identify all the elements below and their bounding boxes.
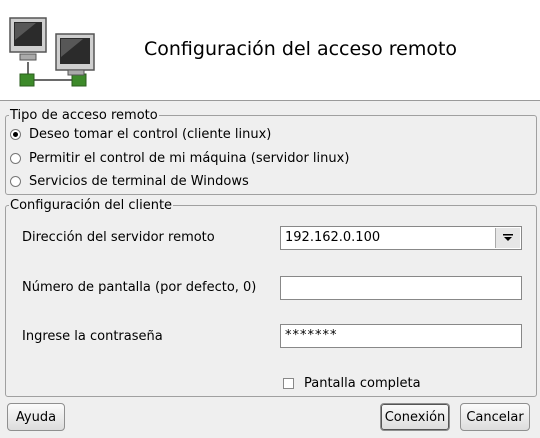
- dialog-title: Configuración del acceso remoto: [144, 38, 458, 60]
- server-address-label: Dirección del servidor remoto: [22, 230, 215, 245]
- screen-number-input[interactable]: [280, 276, 522, 300]
- radio-label: Servicios de terminal de Windows: [29, 173, 249, 189]
- screen-number-label: Número de pantalla (por defecto, 0): [22, 280, 257, 295]
- radio-windows-terminal[interactable]: Servicios de terminal de Windows: [10, 171, 249, 191]
- radio-client-linux[interactable]: Deseo tomar el control (cliente linux): [10, 124, 271, 144]
- cancel-button[interactable]: Cancelar: [460, 403, 530, 431]
- radio-button-icon[interactable]: [10, 128, 21, 140]
- connect-button[interactable]: Conexión: [380, 403, 450, 431]
- client-config-group-title: Configuración del cliente: [9, 198, 174, 213]
- header-banner: Configuración del acceso remoto: [0, 0, 540, 100]
- radio-button-icon[interactable]: [10, 152, 21, 164]
- fullscreen-label: Pantalla completa: [304, 376, 421, 391]
- fullscreen-checkbox-row[interactable]: Pantalla completa: [283, 376, 421, 391]
- dropdown-arrow-icon[interactable]: [495, 228, 520, 248]
- password-input[interactable]: *******: [280, 324, 522, 348]
- fullscreen-checkbox[interactable]: [283, 378, 294, 389]
- network-computers-icon: [9, 17, 95, 87]
- header-divider: [0, 100, 540, 101]
- radio-server-linux[interactable]: Permitir el control de mi máquina (servi…: [10, 148, 349, 168]
- server-address-value[interactable]: 192.162.0.100: [285, 227, 380, 249]
- radio-label: Deseo tomar el control (cliente linux): [29, 126, 272, 142]
- radio-button-icon[interactable]: [10, 175, 21, 187]
- access-type-group-title: Tipo de acceso remoto: [9, 108, 159, 123]
- server-address-combobox[interactable]: 192.162.0.100: [280, 226, 522, 250]
- password-label: Ingrese la contraseña: [22, 329, 163, 344]
- radio-label: Permitir el control de mi máquina (servi…: [29, 150, 350, 166]
- help-button[interactable]: Ayuda: [7, 403, 65, 431]
